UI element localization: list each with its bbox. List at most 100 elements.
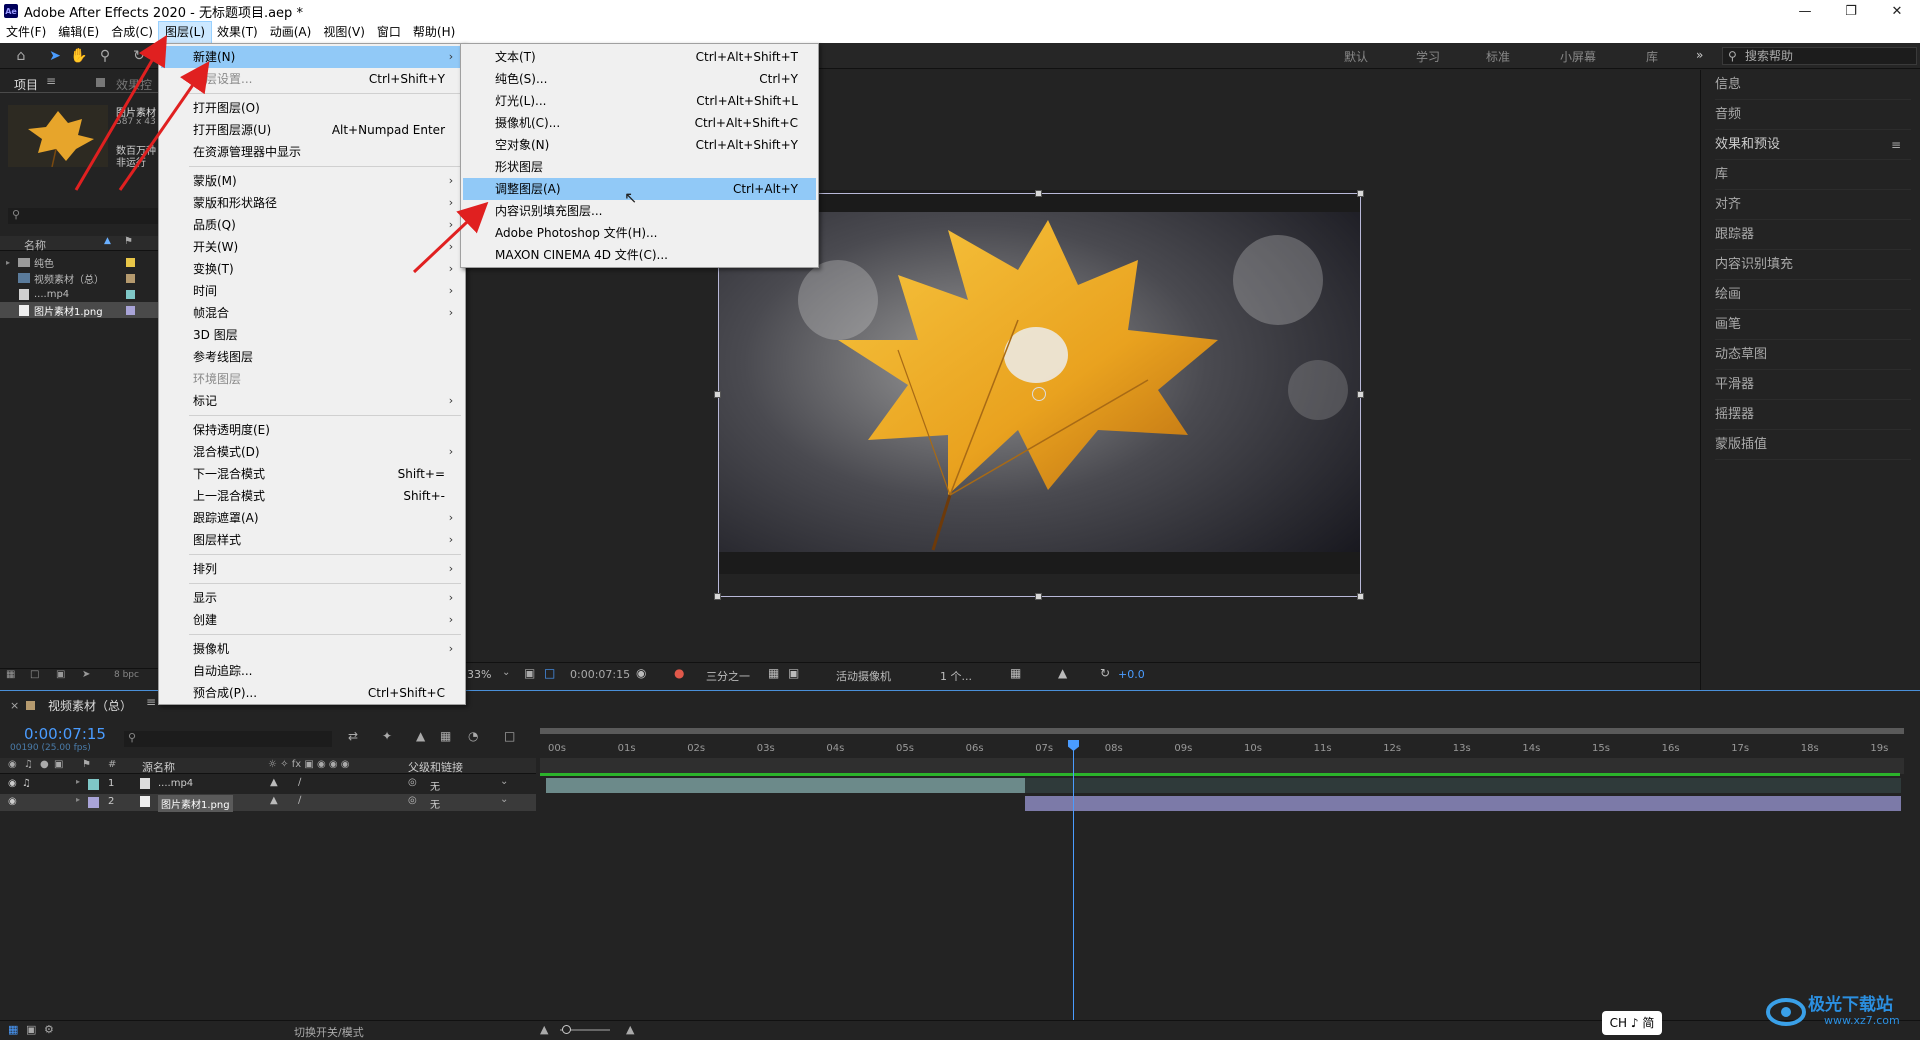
transform-handle[interactable] xyxy=(1357,190,1364,197)
layer-menu-item[interactable]: 创建 xyxy=(161,609,463,631)
flowchart-icon[interactable]: ▲ xyxy=(1058,666,1067,680)
transform-handle[interactable] xyxy=(1357,391,1364,398)
layer-menu-item[interactable]: 标记 xyxy=(161,390,463,412)
composition-mini-flowchart-icon[interactable]: ⇄ xyxy=(348,729,358,743)
layer-menu-item[interactable]: 自动追踪... xyxy=(161,660,463,682)
project-search-input[interactable]: ⚲ xyxy=(8,208,160,224)
eye-icon[interactable]: ◉ xyxy=(8,796,17,807)
work-area-bar[interactable] xyxy=(540,728,1904,734)
layer-menu-item[interactable]: 混合模式(D) xyxy=(161,441,463,463)
views-dropdown[interactable]: 1 个... xyxy=(940,668,972,684)
fit-icon[interactable]: ▣ xyxy=(524,666,535,680)
layer-row-selected[interactable]: ◉ ▸ 2 图片素材1.png ▲ ∕ ◎ 无 ⌄ xyxy=(0,794,536,812)
panel-brushes[interactable]: 画笔 xyxy=(1715,310,1911,340)
help-search-input[interactable]: ⚲ 搜索帮助 xyxy=(1722,47,1917,65)
panel-audio[interactable]: 音频 xyxy=(1715,100,1911,130)
layer-menu-item[interactable]: 图层样式 xyxy=(161,529,463,551)
menu-effect[interactable]: 效果(T) xyxy=(211,22,264,43)
transform-handle[interactable] xyxy=(714,391,721,398)
layer-switches-icon[interactable]: ▦ xyxy=(8,1023,18,1036)
panel-menu-icon[interactable]: ≡ xyxy=(1891,138,1901,152)
interpret-footage-icon[interactable]: ▦ xyxy=(6,669,15,680)
parent-link-header[interactable]: 父级和链接 xyxy=(408,759,463,775)
panel-tracker[interactable]: 跟踪器 xyxy=(1715,220,1911,250)
current-time[interactable]: 0:00:07:15 xyxy=(570,668,630,681)
transfer-controls-icon[interactable]: ▣ xyxy=(26,1023,36,1036)
layer-menu-item[interactable]: 帧混合 xyxy=(161,302,463,324)
layer-menu-item[interactable]: 摄像机 xyxy=(161,638,463,660)
color-channels-icon[interactable]: ● xyxy=(674,666,684,680)
resolution-dropdown[interactable]: 三分之一 xyxy=(706,668,750,684)
timeline-comp-tab[interactable]: 视频素材（总） xyxy=(48,697,132,714)
shy-layers-icon[interactable]: ▲ xyxy=(416,729,425,743)
workspace-default[interactable]: 默认 xyxy=(1344,48,1368,65)
layer-menu-item[interactable]: 开关(W) xyxy=(161,236,463,258)
sort-arrow-icon[interactable]: ▲ xyxy=(104,236,111,246)
expand-arrow-icon[interactable]: ▸ xyxy=(6,258,14,267)
region-of-interest-icon[interactable]: □ xyxy=(544,666,555,680)
panel-info[interactable]: 信息 xyxy=(1715,70,1911,100)
anchor-point-icon[interactable] xyxy=(1032,387,1046,401)
chevron-down-icon[interactable]: ⌄ xyxy=(500,776,508,787)
panel-effects-presets[interactable]: 效果和预设 xyxy=(1715,130,1911,160)
label-column-icon[interactable]: ⚑ xyxy=(124,236,133,247)
camera-snapshot-icon[interactable]: ◉ xyxy=(636,666,646,680)
panel-smoother[interactable]: 平滑器 xyxy=(1715,370,1911,400)
zoom-tool-icon[interactable]: ⚲ xyxy=(96,47,114,65)
layer-menu-item[interactable]: 3D 图层 xyxy=(161,324,463,346)
layer-menu-item[interactable]: 新建(N) xyxy=(161,46,463,68)
panel-paint[interactable]: 绘画 xyxy=(1715,280,1911,310)
transform-handle[interactable] xyxy=(1357,593,1364,600)
workspace-standard[interactable]: 标准 xyxy=(1486,48,1510,65)
quality-switch-icon[interactable]: ∕ xyxy=(298,777,301,788)
layer-menu-item[interactable]: 打开图层(O) xyxy=(161,97,463,119)
name-column-header[interactable]: 名称 xyxy=(24,237,46,253)
reset-exposure-icon[interactable]: ↻ xyxy=(1100,666,1110,680)
solo-icon[interactable]: ● xyxy=(40,759,49,770)
quality-switch-icon[interactable]: ∕ xyxy=(298,795,301,806)
layer-menu-item[interactable]: 参考线图层 xyxy=(161,346,463,368)
zoom-slider-thumb[interactable] xyxy=(562,1025,571,1034)
pick-whip-icon[interactable]: ◎ xyxy=(408,777,417,788)
new-comp-icon[interactable]: ▣ xyxy=(56,669,65,680)
label-color-swatch[interactable] xyxy=(126,290,135,299)
layer-menu-item[interactable]: 保持透明度(E) xyxy=(161,419,463,441)
timeline-search-input[interactable]: ⚲ xyxy=(124,731,332,747)
panel-mask-interpolation[interactable]: 蒙版插值 xyxy=(1715,430,1911,460)
expand-arrow-icon[interactable]: ▸ xyxy=(76,795,80,804)
source-name-header[interactable]: 源名称 xyxy=(142,759,175,775)
draft-3d-icon[interactable]: ✦ xyxy=(382,729,392,743)
view-options-icon[interactable]: ▦ xyxy=(1010,666,1021,680)
switches-icons[interactable]: ☼ ✧ fx ▣ ◉ ◉ ◉ xyxy=(268,759,349,770)
zoom-out-icon[interactable]: ▲ xyxy=(540,1023,548,1036)
label-color-swatch[interactable] xyxy=(126,306,135,315)
menu-edit[interactable]: 编辑(E) xyxy=(52,22,105,43)
hand-tool-icon[interactable]: ✋ xyxy=(70,47,88,65)
new-folder-icon[interactable]: □ xyxy=(30,669,39,680)
home-icon[interactable]: ⌂ xyxy=(12,47,30,65)
time-ruler[interactable]: 00s 01s 02s 03s 04s 05s 06s 07s 08s 09s 10s 11s 12s 1… xyxy=(540,740,1904,758)
parent-dropdown[interactable]: 无 xyxy=(430,796,440,811)
toggle-switches-modes[interactable]: 切换开关/模式 xyxy=(294,1024,364,1040)
mask-visibility-icon[interactable]: ▣ xyxy=(788,666,799,680)
panel-motion-sketch[interactable]: 动态草图 xyxy=(1715,340,1911,370)
new-submenu-item[interactable]: MAXON CINEMA 4D 文件(C)... xyxy=(463,244,816,266)
workspace-learn[interactable]: 学习 xyxy=(1416,48,1440,65)
timing-icon[interactable]: ⚙ xyxy=(44,1023,54,1036)
layer-menu-item[interactable]: 排列 xyxy=(161,558,463,580)
layer-menu-item[interactable]: 品质(Q) xyxy=(161,214,463,236)
transform-handle[interactable] xyxy=(1035,190,1042,197)
rotate-tool-icon[interactable]: ↻ xyxy=(130,47,148,65)
layer-menu-item[interactable]: 在资源管理器中显示 xyxy=(161,141,463,163)
new-submenu-item[interactable]: Adobe Photoshop 文件(H)... xyxy=(463,222,816,244)
panel-content-aware-fill[interactable]: 内容识别填充 xyxy=(1715,250,1911,280)
shy-switch-icon[interactable]: ▲ xyxy=(270,777,278,788)
zoom-dropdown[interactable]: 33% xyxy=(467,668,491,681)
project-item[interactable]: ....mp4 xyxy=(0,286,160,302)
project-item[interactable]: ▸ 纯色 xyxy=(0,254,160,270)
audio-icon[interactable]: ♫ xyxy=(22,778,31,789)
panel-align[interactable]: 对齐 xyxy=(1715,190,1911,220)
close-tab-icon[interactable]: × xyxy=(10,699,19,712)
camera-dropdown[interactable]: 活动摄像机 xyxy=(836,668,891,684)
selection-tool-icon[interactable]: ➤ xyxy=(46,47,64,65)
